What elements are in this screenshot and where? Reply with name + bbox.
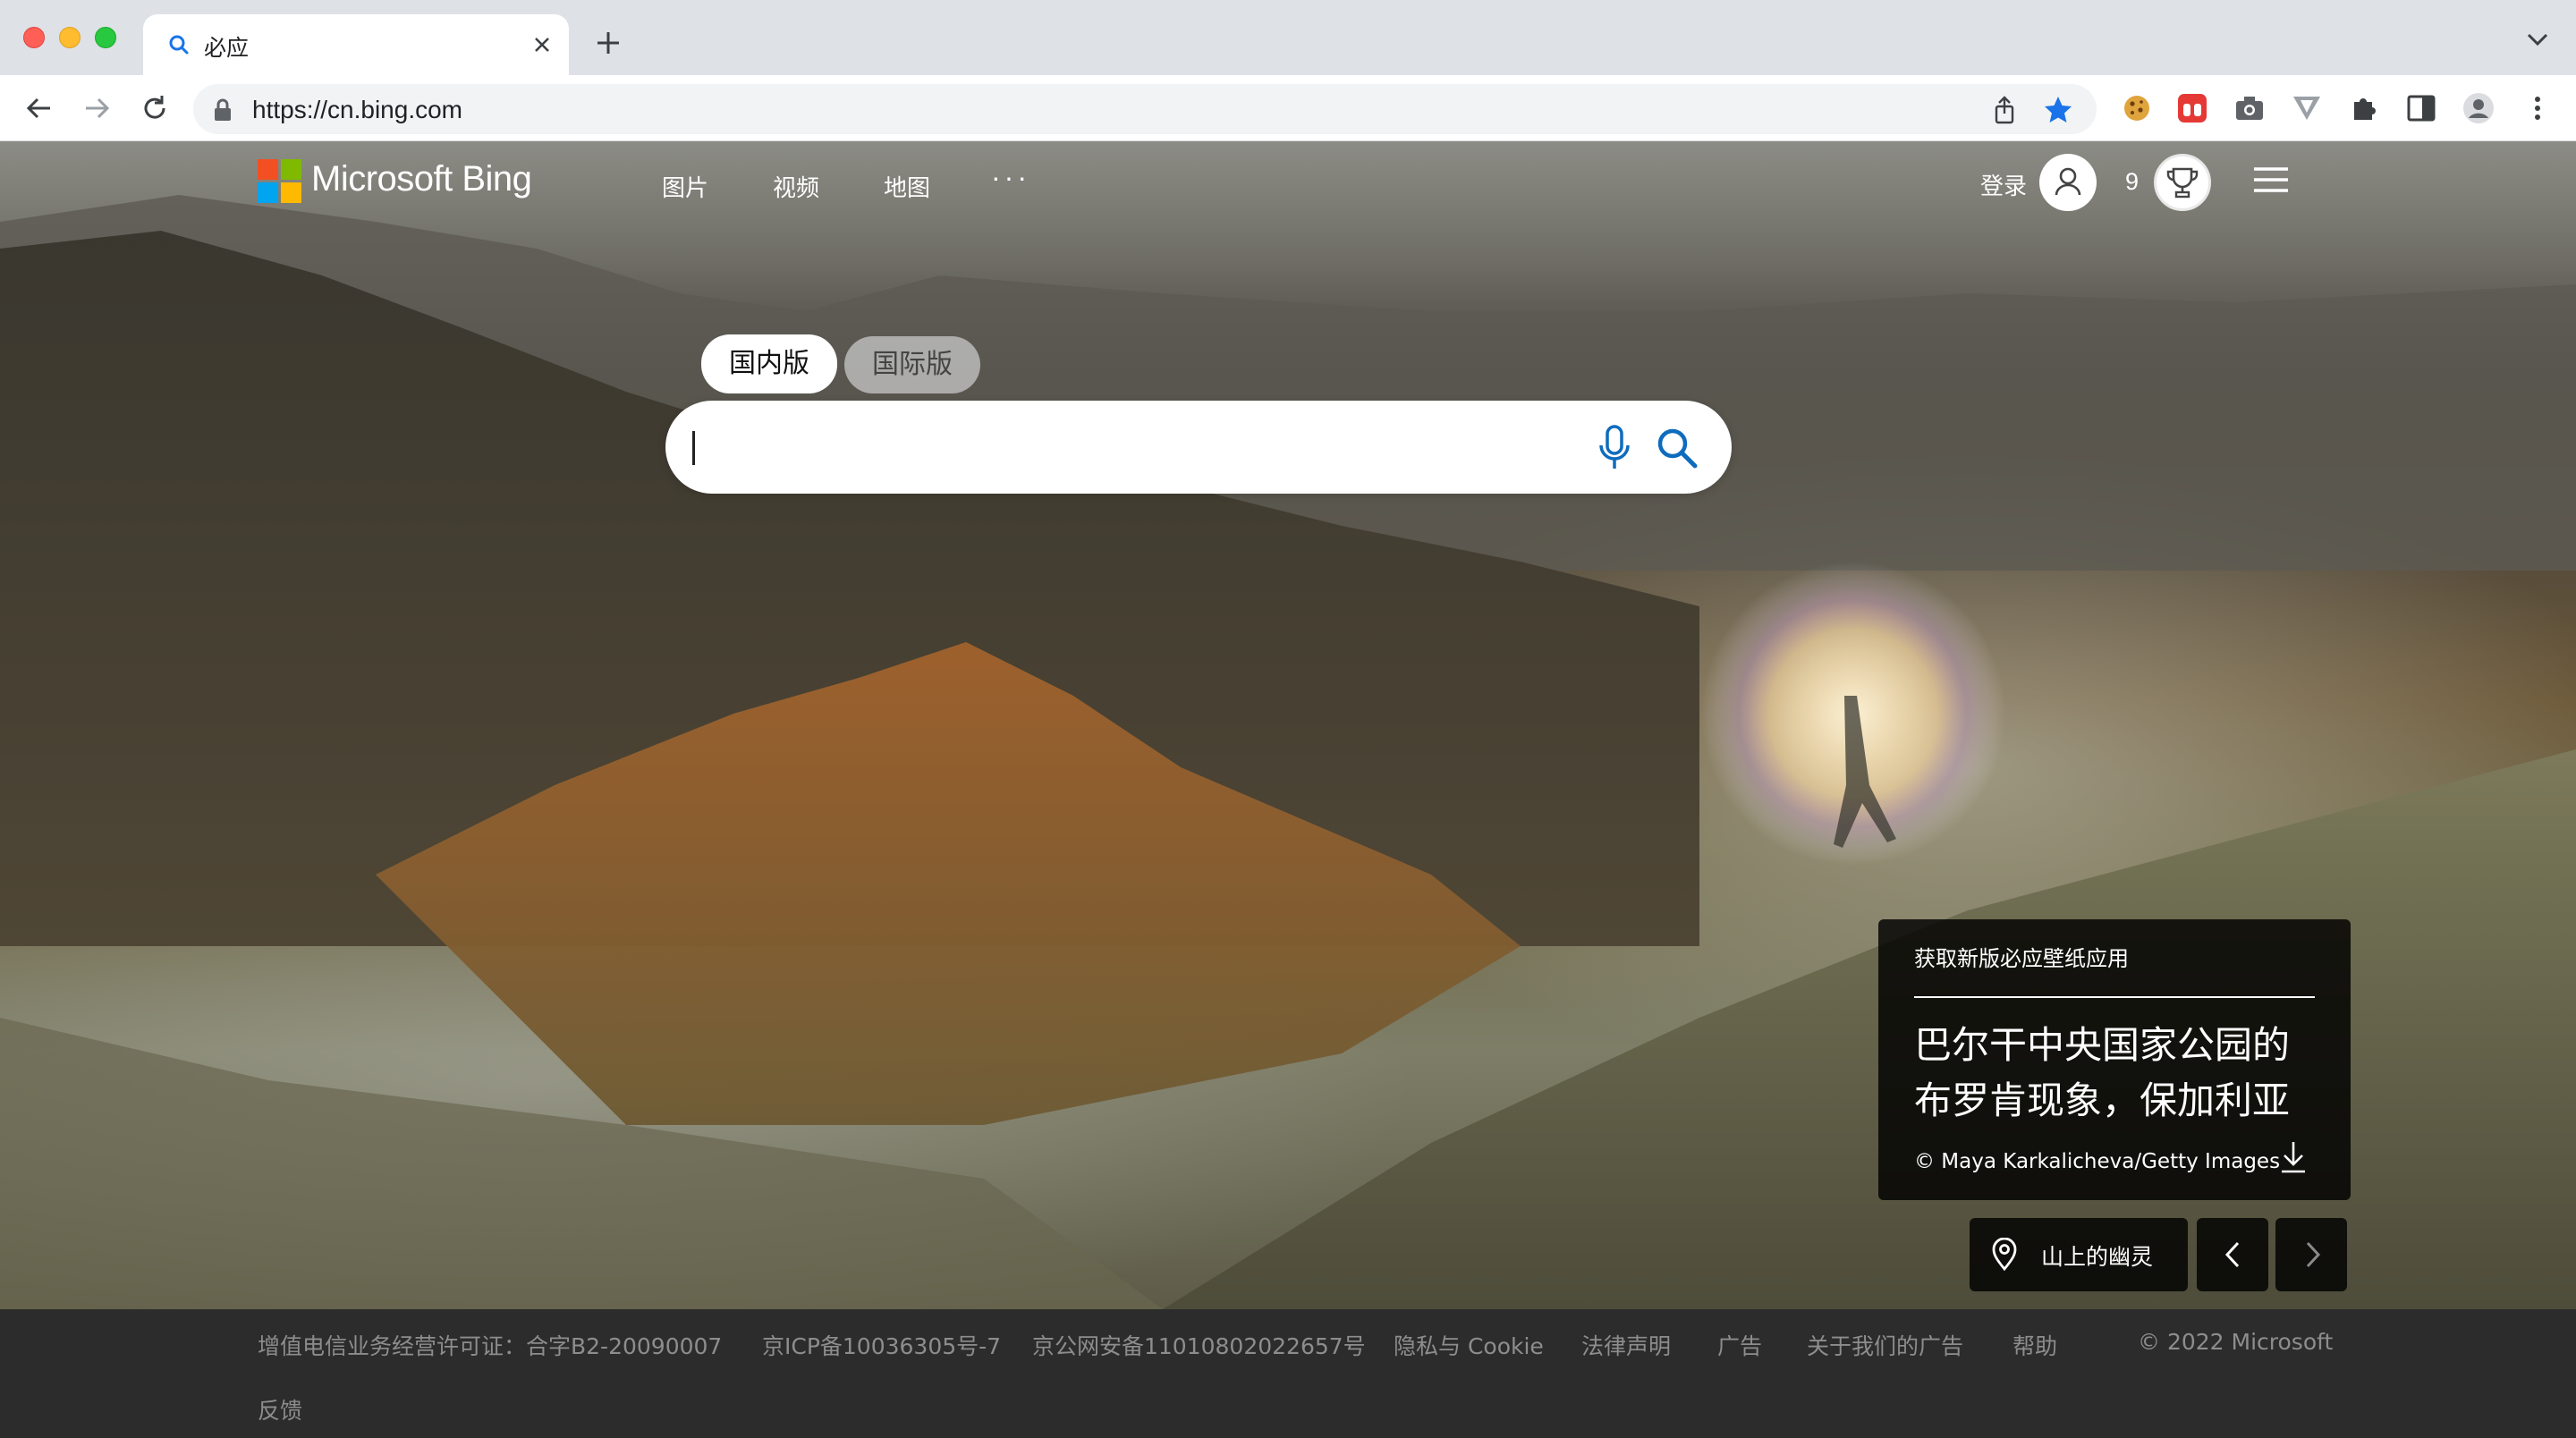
footer-privacy-link[interactable]: 隐私与 Cookie: [1394, 1329, 1544, 1361]
url-text[interactable]: https://cn.bing.com: [252, 96, 462, 124]
sidepanel-icon[interactable]: [2404, 91, 2438, 125]
chevron-right-icon: [2306, 1241, 2321, 1268]
user-icon: [2055, 167, 2081, 196]
wallpaper-app-link[interactable]: 获取新版必应壁纸应用: [1914, 941, 2129, 972]
footer: 增值电信业务经营许可证：合字B2-20090007 京ICP备10036305号…: [0, 1309, 2576, 1438]
nav-images[interactable]: 图片: [662, 170, 708, 203]
vimeo-icon[interactable]: [2290, 91, 2324, 125]
star-icon[interactable]: [2043, 95, 2073, 125]
hamburger-icon[interactable]: [2252, 165, 2290, 195]
location-label: 山上的幽灵: [2041, 1244, 2154, 1270]
image-info-card[interactable]: 获取新版必应壁纸应用 巴尔干中央国家公园的布罗肯现象，保加利亚 © Maya K…: [1878, 919, 2351, 1200]
window-zoom-button[interactable]: [95, 27, 116, 48]
brand-name[interactable]: Microsoft Bing: [311, 159, 532, 199]
nav-more[interactable]: ···: [991, 161, 1030, 194]
footer-legal-link[interactable]: 法律声明: [1581, 1329, 1671, 1361]
tab-international[interactable]: 国际版: [844, 336, 980, 393]
nav-maps[interactable]: 地图: [884, 170, 930, 203]
bing-homepage: Microsoft Bing 图片 视频 地图 ··· 登录 9 国内版 国际版: [0, 141, 2576, 1438]
share-icon[interactable]: [1989, 95, 2020, 125]
reload-icon[interactable]: [138, 91, 172, 125]
search-box[interactable]: [665, 401, 1732, 494]
search-input[interactable]: [698, 422, 1503, 472]
lock-icon[interactable]: [213, 98, 233, 122]
browser-tab-strip: 必应: [0, 0, 2576, 75]
search-icon: [169, 35, 189, 55]
tab-title: 必应: [204, 35, 250, 61]
back-icon[interactable]: [21, 91, 55, 125]
puzzle-icon[interactable]: [2347, 91, 2381, 125]
chevron-down-icon[interactable]: [2524, 30, 2551, 48]
footer-license-link[interactable]: 增值电信业务经营许可证：合字B2-20090007: [258, 1329, 722, 1361]
window-minimize-button[interactable]: [59, 27, 80, 48]
location-button[interactable]: 山上的幽灵: [1970, 1218, 2188, 1291]
kebab-icon[interactable]: [2521, 91, 2555, 125]
tab-domestic[interactable]: 国内版: [701, 334, 837, 393]
footer-ads-link[interactable]: 广告: [1717, 1329, 1762, 1361]
footer-help-link[interactable]: 帮助: [2012, 1329, 2057, 1361]
search-icon[interactable]: [1655, 426, 1699, 470]
location-pin-icon: [1992, 1238, 2017, 1272]
download-icon[interactable]: [2277, 1139, 2309, 1175]
browser-tab-active[interactable]: 必应: [143, 14, 569, 75]
address-bar[interactable]: https://cn.bing.com: [193, 84, 2097, 134]
copyright: © 2022 Microsoft: [2138, 1329, 2334, 1355]
camera-icon[interactable]: [2233, 91, 2267, 125]
nav-videos[interactable]: 视频: [773, 170, 819, 203]
extension-icon[interactable]: [2175, 91, 2209, 125]
browser-toolbar: https://cn.bing.com: [0, 75, 2576, 141]
mic-icon[interactable]: [1596, 424, 1633, 472]
trophy-icon: [2166, 167, 2199, 199]
window-close-button[interactable]: [23, 27, 45, 48]
image-credit: © Maya Karkalicheva/Getty Images: [1914, 1150, 2281, 1173]
footer-icp-link[interactable]: 京ICP备10036305号-7: [762, 1329, 1001, 1361]
user-avatar-button[interactable]: [2039, 154, 2097, 211]
cookie-icon[interactable]: [2120, 91, 2154, 125]
forward-icon[interactable]: [80, 91, 114, 125]
text-caret: [692, 431, 695, 465]
footer-about-ads-link[interactable]: 关于我们的广告: [1807, 1329, 1963, 1361]
footer-police-link[interactable]: 京公网安备11010802022657号: [1032, 1329, 1366, 1361]
divider: [1914, 996, 2315, 998]
microsoft-logo[interactable]: [258, 159, 302, 204]
chevron-left-icon: [2224, 1241, 2240, 1268]
new-tab-button[interactable]: [594, 29, 623, 57]
feedback-link[interactable]: 反馈: [258, 1393, 302, 1425]
rewards-points[interactable]: 9: [2125, 168, 2139, 196]
previous-image-button[interactable]: [2197, 1218, 2268, 1291]
profile-icon[interactable]: [2462, 91, 2496, 125]
rewards-button[interactable]: [2154, 154, 2211, 211]
image-title[interactable]: 巴尔干中央国家公园的布罗肯现象，保加利亚: [1914, 1018, 2326, 1129]
close-icon[interactable]: [528, 30, 556, 59]
signin-link[interactable]: 登录: [1980, 168, 2027, 201]
next-image-button[interactable]: [2275, 1218, 2347, 1291]
